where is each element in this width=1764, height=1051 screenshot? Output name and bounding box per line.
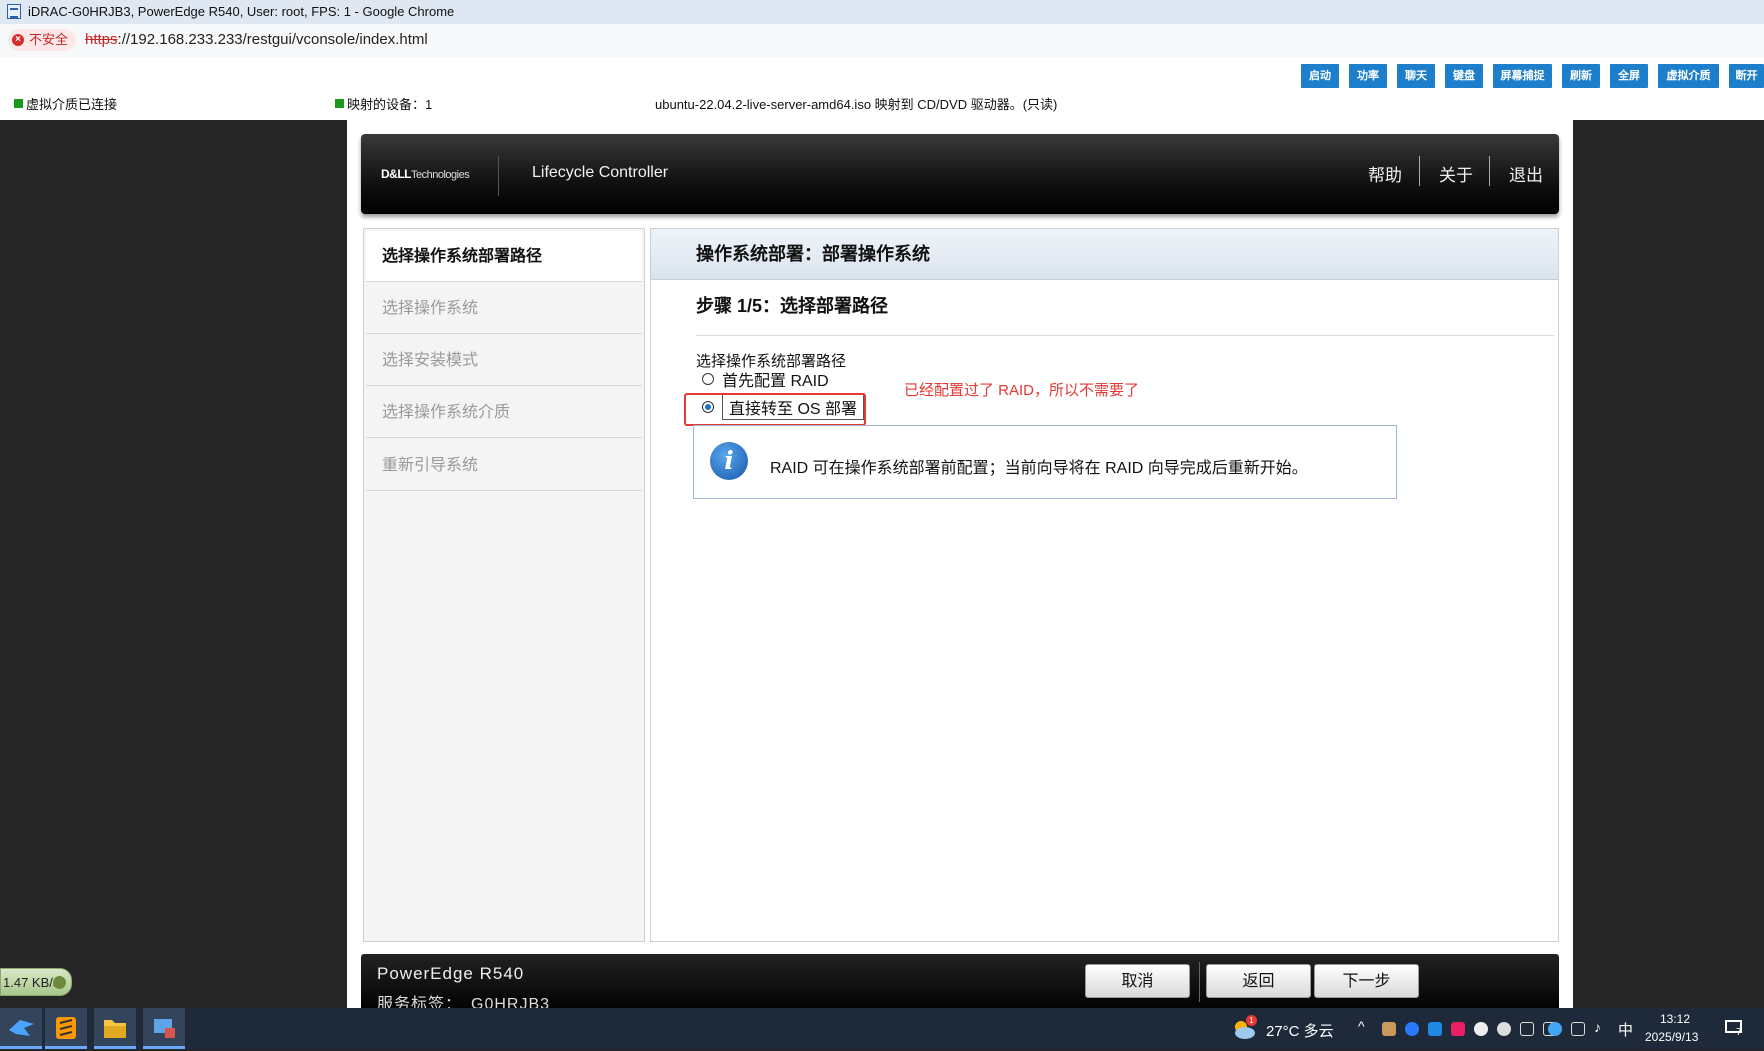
remote-console-icon: [154, 1019, 175, 1038]
address-bar[interactable]: × 不安全 https://192.168.233.233/restgui/vc…: [0, 24, 1764, 58]
button-separator: [1199, 962, 1200, 1002]
link-separator: [1489, 156, 1490, 186]
url-scheme: https: [85, 31, 118, 48]
step-item-reboot-system: 重新引导系统: [366, 440, 642, 491]
bird-app-icon: [9, 1020, 34, 1036]
annotation-highlight-box: [684, 393, 866, 426]
back-button[interactable]: 返回: [1206, 964, 1311, 998]
status-devices-text: 映射的设备：1: [347, 97, 433, 112]
about-link[interactable]: 关于: [1439, 161, 1473, 186]
annotation-note: 已经配置过了 RAID，所以不需要了: [904, 382, 1140, 399]
help-link[interactable]: 帮助: [1368, 161, 1402, 186]
keyboard-button[interactable]: 键盘: [1445, 64, 1483, 88]
browser-title-bar: iDRAC-G0HRJB3, PowerEdge R540, User: roo…: [0, 0, 1764, 24]
dell-technologies-logo: D&LLTechnologies: [381, 167, 470, 181]
step-title: 步骤 1/5：选择部署路径: [696, 296, 889, 316]
status-mapped-devices: 映射的设备：1: [335, 94, 432, 113]
insecure-icon: ×: [12, 34, 24, 46]
tray-github-icon[interactable]: [1474, 1022, 1488, 1036]
security-indicator[interactable]: × 不安全: [8, 29, 77, 51]
section-divider: [696, 335, 1554, 336]
step-item-select-install-mode: 选择安装模式: [366, 335, 642, 386]
virtual-media-button[interactable]: 虚拟介质: [1658, 64, 1719, 88]
speed-mascot-icon: [53, 976, 66, 989]
taskbar-app-sublime[interactable]: [45, 1008, 87, 1049]
status-media-connected: 虚拟介质已连接: [14, 94, 117, 113]
weather-icon[interactable]: 1: [1232, 1015, 1257, 1039]
url-text[interactable]: https://192.168.233.233/restgui/vconsole…: [85, 31, 428, 48]
exit-link[interactable]: 退出: [1509, 161, 1543, 186]
taskbar-app-start[interactable]: [0, 1008, 42, 1049]
service-tag: 服务标签： G0HRJB3: [377, 996, 551, 1008]
tray-app-icon[interactable]: [1520, 1022, 1534, 1036]
url-rest: ://192.168.233.233/restgui/vconsole/inde…: [117, 31, 428, 48]
main-content-panel: 操作系统部署：部署操作系统 步骤 1/5：选择部署路径 选择操作系统部署路径 首…: [650, 228, 1559, 942]
radio-button-raid[interactable]: [702, 373, 714, 385]
tray-app-icon[interactable]: [1428, 1022, 1442, 1036]
server-model: PowerEdge R540: [377, 964, 525, 983]
tray-cat-icon[interactable]: [1382, 1022, 1396, 1036]
lifecycle-controller-header: D&LLTechnologies Lifecycle Controller 帮助…: [361, 134, 1559, 214]
taskbar-app-remote[interactable]: [143, 1008, 185, 1049]
next-button[interactable]: 下一步: [1314, 964, 1419, 998]
virtual-console-toolbar: 启动 功率 聊天 键盘 屏幕捕捉 刷新 全屏 虚拟介质 断开 虚拟介质已连接 映…: [0, 57, 1764, 120]
network-speed-text: 1.47 KB/s: [3, 975, 60, 990]
status-mapping-text: ubuntu-22.04.2-live-server-amd64.iso 映射到…: [655, 97, 1058, 112]
notification-count: 7: [1736, 1027, 1742, 1038]
tray-app-icon[interactable]: [1497, 1022, 1511, 1036]
step-item-select-os: 选择操作系统: [366, 283, 642, 334]
ime-indicator[interactable]: 中: [1618, 1019, 1633, 1040]
screen-capture-button[interactable]: 屏幕捕捉: [1493, 64, 1552, 88]
clock-time[interactable]: 13:12: [1660, 1012, 1690, 1026]
weather-text[interactable]: 27°C 多云: [1266, 1020, 1334, 1041]
remote-console-screen[interactable]: D&LLTechnologies Lifecycle Controller 帮助…: [347, 120, 1573, 1008]
launch-button[interactable]: 启动: [1301, 64, 1339, 88]
cancel-button[interactable]: 取消: [1085, 964, 1190, 998]
tray-browser-icon[interactable]: [1548, 1022, 1562, 1036]
fullscreen-button[interactable]: 全屏: [1610, 64, 1648, 88]
tray-expand-icon[interactable]: ^: [1358, 1018, 1365, 1034]
power-button[interactable]: 功率: [1349, 64, 1387, 88]
info-message-text: RAID 可在操作系统部署前配置；当前向导将在 RAID 向导完成后重新开始。: [770, 460, 1308, 477]
status-ok-icon: [335, 99, 344, 108]
radio-label-raid[interactable]: 首先配置 RAID: [722, 367, 829, 391]
tray-k-icon[interactable]: [1405, 1022, 1419, 1036]
footer-bar: PowerEdge R540 服务标签： G0HRJB3 取消 返回 下一步: [361, 954, 1559, 1008]
step-item-select-deploy-path: 选择操作系统部署路径: [366, 231, 642, 282]
page-title: 操作系统部署：部署操作系统: [651, 229, 1558, 280]
taskbar: 1 27°C 多云 ^ ♪ 中 13:12 2025/9/13 7: [0, 1008, 1764, 1049]
sublime-text-icon: [56, 1017, 76, 1039]
folder-icon: [104, 1020, 126, 1038]
network-speed-widget[interactable]: 1.47 KB/s: [0, 968, 72, 996]
clock-date[interactable]: 2025/9/13: [1645, 1030, 1698, 1044]
step-item-select-os-media: 选择操作系统介质: [366, 387, 642, 438]
taskbar-app-explorer[interactable]: [94, 1008, 136, 1049]
network-icon[interactable]: [1571, 1022, 1585, 1036]
weather-badge: 1: [1246, 1015, 1257, 1026]
app-window-icon: [7, 4, 21, 19]
insecure-label: 不安全: [29, 32, 69, 47]
window-title: iDRAC-G0HRJB3, PowerEdge R540, User: roo…: [28, 4, 455, 19]
header-divider: [498, 156, 499, 196]
radio-configure-raid-first[interactable]: 首先配置 RAID: [702, 367, 829, 391]
link-separator: [1419, 156, 1420, 186]
chat-button[interactable]: 聊天: [1397, 64, 1435, 88]
notification-icon[interactable]: 7: [1724, 1019, 1746, 1039]
product-name: Lifecycle Controller: [532, 164, 669, 181]
wizard-steps-panel: 选择操作系统部署路径 选择操作系统 选择安装模式 选择操作系统介质 重新引导系统: [363, 228, 645, 942]
info-message-box: i RAID 可在操作系统部署前配置；当前向导将在 RAID 向导完成后重新开始…: [693, 425, 1397, 499]
disconnect-button[interactable]: 断开: [1729, 64, 1764, 88]
info-icon: i: [710, 442, 748, 480]
volume-icon[interactable]: ♪: [1594, 1019, 1601, 1035]
tray-app-icon[interactable]: [1451, 1022, 1465, 1036]
status-media-text: 虚拟介质已连接: [26, 97, 118, 112]
status-ok-icon: [14, 99, 23, 108]
refresh-button[interactable]: 刷新: [1562, 64, 1600, 88]
